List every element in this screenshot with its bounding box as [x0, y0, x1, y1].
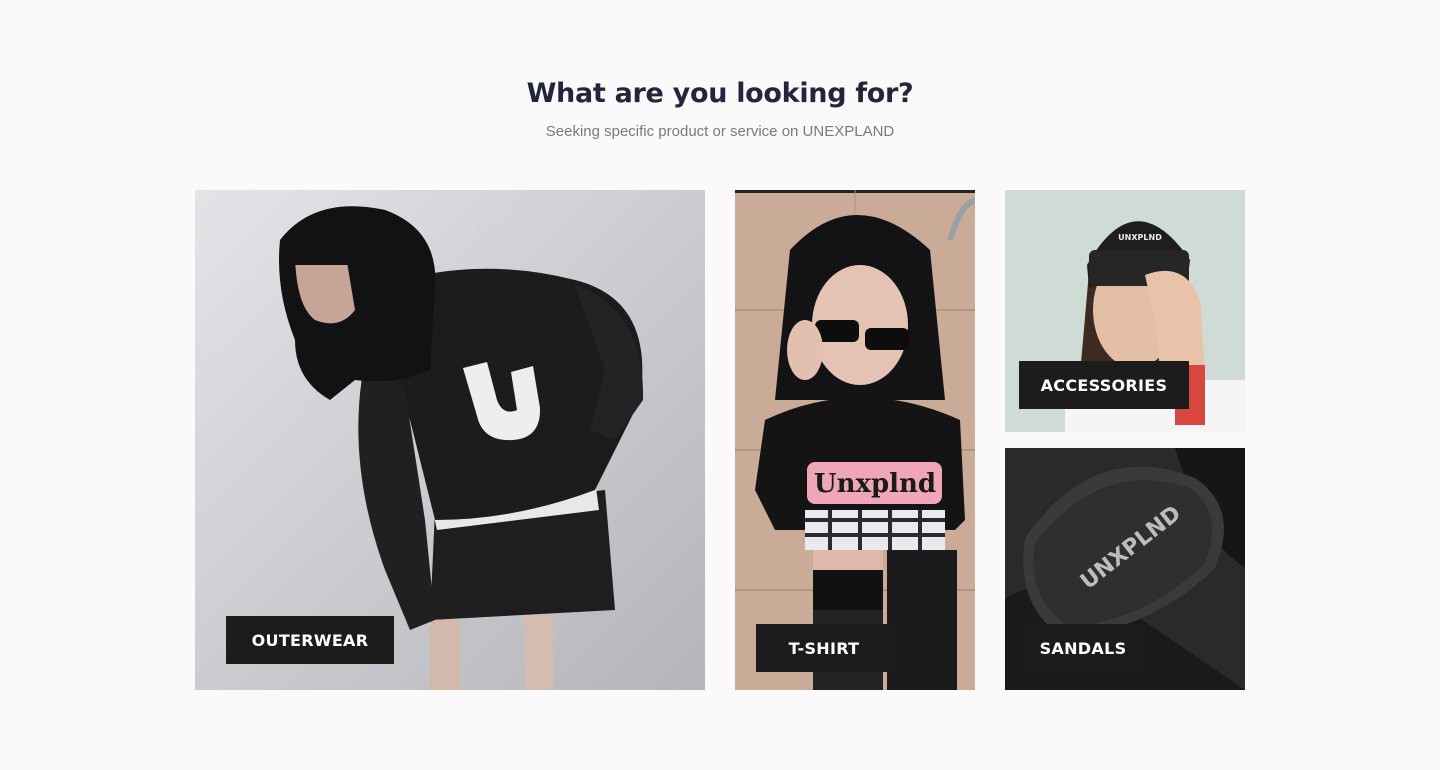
- section-title: What are you looking for?: [526, 78, 914, 109]
- outerwear-photo: [195, 190, 705, 690]
- tshirt-print-text: Unxplnd: [814, 469, 936, 499]
- section-subtitle: Seeking specific product or service on U…: [545, 123, 895, 140]
- category-label-tshirt[interactable]: T-SHIRT: [756, 624, 892, 672]
- category-card-tshirt[interactable]: Unxplnd T-SHIRT: [735, 190, 975, 690]
- category-label-accessories[interactable]: ACCESSORIES: [1019, 361, 1189, 409]
- category-card-sandals[interactable]: UNXPLND SANDALS: [1005, 448, 1245, 690]
- category-card-accessories[interactable]: UNXPLND ACCESSORIES: [1005, 190, 1245, 432]
- beanie-print-text: UNXPLND: [1118, 233, 1162, 242]
- category-section: What are you looking for? Seeking specif…: [0, 0, 1440, 770]
- category-label-outerwear[interactable]: OUTERWEAR: [226, 616, 394, 664]
- tshirt-photo: Unxplnd: [735, 190, 975, 690]
- category-label-sandals[interactable]: SANDALS: [1023, 624, 1143, 672]
- category-card-outerwear[interactable]: OUTERWEAR: [195, 190, 705, 690]
